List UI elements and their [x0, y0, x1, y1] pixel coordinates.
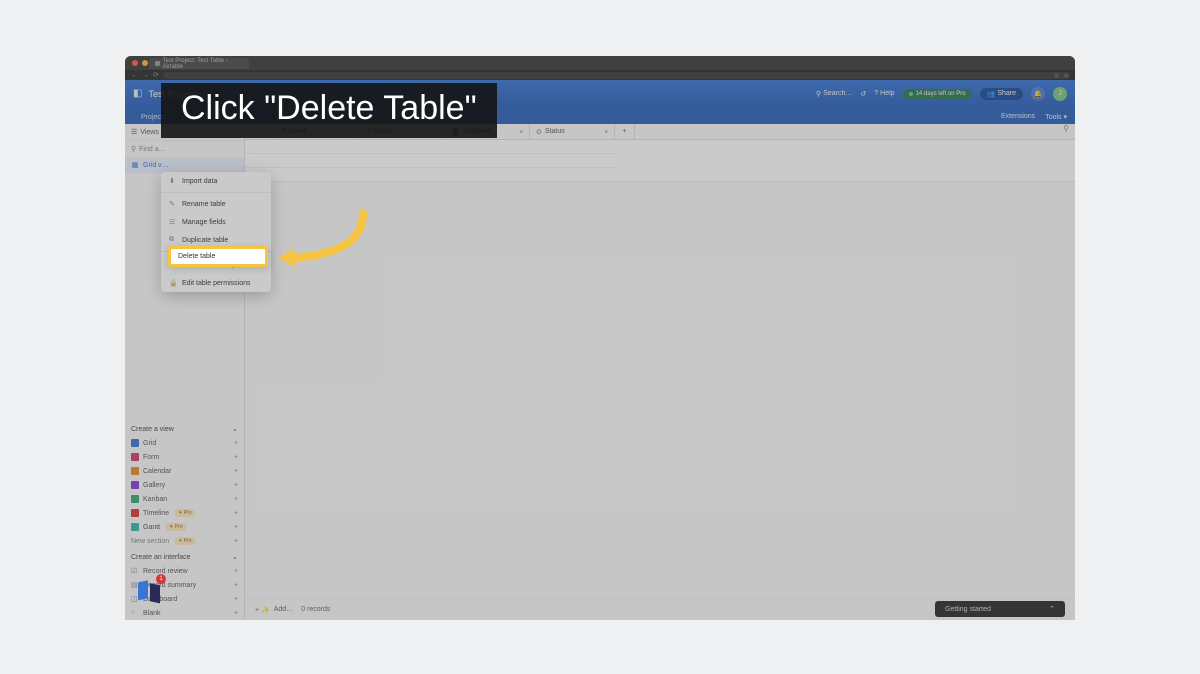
- plus-icon: +: [234, 568, 238, 575]
- calendar-icon: [131, 467, 139, 475]
- notification-badge: 1: [156, 574, 166, 584]
- plus-icon: +: [234, 440, 238, 447]
- avatar[interactable]: J: [1053, 87, 1067, 101]
- interface-record-review[interactable]: ☑Record review+: [125, 564, 244, 578]
- create-section[interactable]: New section✦ Pro+: [125, 534, 244, 548]
- window-close-icon[interactable]: [132, 60, 138, 66]
- browser-toolbar: ← → ⟳: [125, 70, 1075, 80]
- browser-tab-bar: Test Project: Test Table - Airtable: [125, 56, 1075, 70]
- search-icon[interactable]: ⚲: [1063, 124, 1069, 133]
- create-view-header[interactable]: Create a view⌄: [125, 420, 244, 436]
- table-row[interactable]: [245, 140, 615, 154]
- pro-badge: ✦ Pro: [175, 509, 194, 517]
- create-gantt-view[interactable]: Gantt✦ Pro+: [125, 520, 244, 534]
- lock-icon: 🔒: [169, 279, 177, 287]
- getting-started-panel[interactable]: Getting started ⌃: [935, 601, 1065, 617]
- menu-delete-table[interactable]: Delete table: [168, 246, 268, 267]
- trial-badge[interactable]: 14 days left on Pro: [903, 89, 972, 99]
- gallery-icon: [131, 481, 139, 489]
- grid-icon: ▦: [131, 161, 139, 169]
- forward-icon[interactable]: →: [142, 72, 149, 79]
- plus-icon: +: [234, 538, 238, 545]
- timeline-icon: [131, 509, 139, 517]
- create-form-view[interactable]: Form+: [125, 450, 244, 464]
- notifications-icon[interactable]: 🔔: [1031, 87, 1045, 101]
- add-column-button[interactable]: +: [615, 124, 635, 139]
- sidebar-item-grid-view[interactable]: ▦ Grid v…: [125, 157, 244, 173]
- create-grid-view[interactable]: Grid+: [125, 436, 244, 450]
- find-view-input[interactable]: ⚲ Find a…: [125, 141, 244, 157]
- gantt-icon: [131, 523, 139, 531]
- pencil-icon: ✎: [169, 200, 177, 208]
- search-button[interactable]: ⚲ Search…: [816, 90, 852, 98]
- plus-icon: +: [234, 596, 238, 603]
- reload-icon[interactable]: ⟳: [153, 71, 159, 79]
- tab-title: Test Project: Test Table - Airtable: [163, 58, 243, 70]
- extensions-button[interactable]: Extensions: [1001, 113, 1035, 121]
- chevron-down-icon: ▾: [519, 128, 523, 136]
- create-calendar-view[interactable]: Calendar+: [125, 464, 244, 478]
- menu-icon[interactable]: [1064, 73, 1069, 78]
- menu-rename-table[interactable]: ✎Rename table: [161, 195, 271, 213]
- record-count: 0 records: [301, 606, 330, 613]
- table-context-menu: ⬇Import data ✎Rename table ☰Manage field…: [161, 172, 271, 292]
- download-icon: ⬇: [169, 177, 177, 185]
- sidebar-item-label: Grid v…: [143, 162, 169, 169]
- instruction-banner: Click "Delete Table": [161, 83, 497, 138]
- browser-tab[interactable]: Test Project: Test Table - Airtable: [149, 58, 249, 69]
- plus-icon: +: [234, 582, 238, 589]
- create-kanban-view[interactable]: Kanban+: [125, 492, 244, 506]
- add-record-button[interactable]: + ✨ Add…: [255, 606, 293, 614]
- plus-icon: +: [234, 482, 238, 489]
- plus-icon: +: [234, 610, 238, 617]
- browser-window: Test Project: Test Table - Airtable ← → …: [125, 56, 1075, 620]
- menu-edit-permissions[interactable]: 🔒Edit table permissions: [161, 274, 271, 292]
- help-button[interactable]: ? Help: [874, 90, 894, 97]
- menu-manage-fields[interactable]: ☰Manage fields: [161, 213, 271, 231]
- duplicate-icon: ⧉: [169, 236, 177, 244]
- plus-icon: +: [234, 496, 238, 503]
- extension-icon[interactable]: [1054, 73, 1059, 78]
- main-grid-area: AName▾ ≡Notes▾ 👤Assignee▾ ⊙Status▾ + + ✨…: [245, 124, 1075, 620]
- column-status[interactable]: ⊙Status▾: [530, 124, 615, 139]
- chevron-down-icon: ⌄: [232, 425, 238, 433]
- select-field-icon: ⊙: [536, 128, 542, 136]
- arrow-annotation: [273, 210, 373, 280]
- kanban-icon: [131, 495, 139, 503]
- create-timeline-view[interactable]: Timeline✦ Pro+: [125, 506, 244, 520]
- create-interface-header[interactable]: Create an interface⌄: [125, 548, 244, 564]
- chevron-up-icon: ⌃: [1049, 605, 1055, 613]
- share-button[interactable]: 👥 Share: [980, 88, 1023, 100]
- form-icon: [131, 453, 139, 461]
- plus-icon: +: [234, 454, 238, 461]
- record-review-icon: ☑: [131, 567, 139, 575]
- interface-blank[interactable]: ○Blank+: [125, 606, 244, 620]
- table-row[interactable]: [245, 154, 615, 168]
- grid-icon: [131, 439, 139, 447]
- create-gallery-view[interactable]: Gallery+: [125, 478, 244, 492]
- plus-icon: +: [234, 524, 238, 531]
- window-minimize-icon[interactable]: [142, 60, 148, 66]
- menu-import-data[interactable]: ⬇Import data: [161, 172, 271, 190]
- address-bar[interactable]: [163, 72, 1069, 79]
- app-frame: ◧ Test Project ⚲ Search… ↺ ? Help 14 day…: [125, 80, 1075, 620]
- plus-icon: +: [234, 468, 238, 475]
- tools-button[interactable]: Tools ▾: [1045, 113, 1067, 121]
- fields-icon: ☰: [169, 218, 177, 226]
- history-icon[interactable]: ↺: [860, 90, 866, 98]
- plus-icon: +: [234, 510, 238, 517]
- favicon-icon: [155, 61, 160, 66]
- chevron-down-icon: ▾: [604, 128, 608, 136]
- data-rows[interactable]: [245, 140, 1075, 182]
- pro-badge: ✦ Pro: [175, 537, 194, 545]
- airtable-logo-icon[interactable]: ◧: [133, 88, 142, 99]
- app-logo-overlay: 1: [135, 577, 163, 605]
- back-icon[interactable]: ←: [131, 72, 138, 79]
- workspace: ☰ Views ⚲ Find a… ▦ Grid v… Create a vie…: [125, 124, 1075, 620]
- chevron-down-icon: ⌄: [232, 553, 238, 561]
- pro-badge: ✦ Pro: [166, 523, 185, 531]
- blank-icon: ○: [131, 609, 139, 617]
